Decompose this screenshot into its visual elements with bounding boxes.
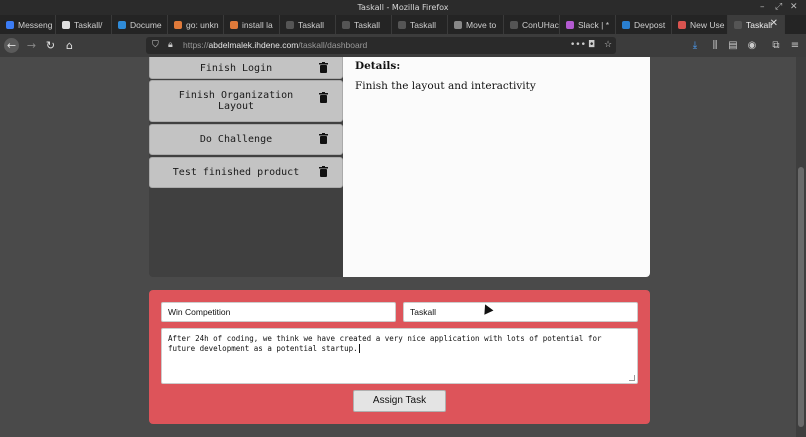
shield-icon[interactable]: ⛉ [152, 37, 159, 54]
browser-tab[interactable]: Messeng [0, 15, 56, 34]
page-content: Finish Login Finish Organization Layout … [0, 57, 796, 437]
sidebar-icon[interactable]: ▤ [726, 38, 740, 53]
close-window-icon[interactable]: ✕ [790, 0, 798, 15]
trash-icon[interactable] [319, 62, 328, 73]
forward-icon[interactable]: → [24, 38, 39, 53]
assign-task-button[interactable]: Assign Task [353, 390, 446, 412]
trash-icon[interactable] [319, 92, 328, 103]
tab-favicon-icon [118, 20, 126, 29]
tab-label: Taskall/ [74, 19, 103, 30]
reload-icon[interactable]: ↻ [43, 38, 58, 53]
tab-label: Taskall [354, 19, 380, 30]
browser-tab[interactable]: ConUHacks [504, 15, 560, 34]
window-title-bar: Taskall - Mozilla Firefox [0, 0, 806, 15]
tab-favicon-icon [6, 20, 14, 29]
url-text[interactable]: https://abdelmalek.ihdene.com/taskall/da… [183, 37, 367, 54]
browser-tab[interactable]: go: unkn [168, 15, 224, 34]
tab-favicon-icon [62, 20, 70, 29]
browser-tab[interactable]: Devpost [616, 15, 672, 34]
browser-tab[interactable]: Taskall [280, 15, 336, 34]
more-actions-icon[interactable]: ••• [570, 37, 586, 54]
task-item[interactable]: Finish Organization Layout [149, 80, 343, 122]
menu-icon[interactable]: ≡ [788, 38, 802, 53]
tab-favicon-icon [678, 20, 686, 29]
tab-label: Messeng [18, 19, 53, 30]
tab-favicon-icon [454, 20, 462, 29]
tab-label: Move to [466, 19, 497, 30]
browser-tab[interactable]: Docume [112, 15, 168, 34]
tab-label: Taskall [746, 19, 772, 30]
details-heading: Details: [355, 60, 401, 72]
task-name-input[interactable]: Win Competition [161, 302, 396, 322]
task-item[interactable]: Do Challenge [149, 124, 343, 155]
tab-label: Docume [130, 19, 162, 30]
task-details-panel: Details: Finish the layout and interacti… [343, 57, 650, 277]
browser-tab[interactable]: install la [224, 15, 280, 34]
extensions-icon[interactable]: ⧉ [769, 38, 783, 53]
back-icon[interactable]: ← [4, 38, 19, 53]
description-text: After 24h of coding, we think we have cr… [168, 334, 602, 353]
tab-label: ConUHacks [522, 19, 559, 30]
dashboard-panel: Finish Login Finish Organization Layout … [149, 57, 650, 277]
tab-label: Taskall [410, 19, 436, 30]
lock-icon: 🔒︎ [168, 40, 173, 50]
navigation-bar: ← → ↻ ⌂ ⛉ 🔒︎ https://abdelmalek.ihdene.c… [0, 34, 806, 57]
tab-label: New Use [690, 19, 725, 30]
task-label: Finish Organization Layout [178, 90, 294, 112]
browser-tab[interactable]: Taskall [336, 15, 392, 34]
window-title: Taskall - Mozilla Firefox [357, 3, 449, 12]
details-text: Finish the layout and interactivity [355, 80, 536, 92]
tab-label: Slack | * [578, 19, 610, 30]
task-label: Test finished product [172, 167, 300, 178]
tab-label: Taskall [298, 19, 324, 30]
task-label: Do Challenge [199, 134, 273, 145]
scrollbar-thumb[interactable] [798, 167, 804, 427]
trash-icon[interactable] [319, 166, 328, 177]
downloads-icon[interactable]: ⤓ [688, 38, 702, 53]
page-scrollbar[interactable] [796, 57, 806, 437]
text-caret [358, 343, 360, 353]
tab-favicon-icon [230, 20, 238, 29]
tab-favicon-icon [622, 20, 630, 29]
browser-tab[interactable]: Slack | * [560, 15, 616, 34]
task-item[interactable]: Finish Login [149, 57, 343, 79]
tab-favicon-icon [566, 20, 574, 29]
account-icon[interactable]: ◉ [745, 38, 759, 53]
library-icon[interactable]: ⫼ [708, 38, 722, 53]
minimize-icon[interactable]: – [760, 0, 765, 15]
maximize-icon[interactable]: ⤢ [775, 0, 782, 15]
browser-tab[interactable]: Taskall [392, 15, 448, 34]
pocket-icon[interactable]: ◘ [588, 37, 595, 54]
bookmark-star-icon[interactable]: ☆ [604, 37, 612, 54]
tab-strip: Messeng Taskall/Docume go: unkn install la T… [0, 15, 806, 34]
tab-favicon-icon [398, 20, 406, 29]
browser-tab[interactable]: Taskall ✕ [728, 15, 785, 34]
tab-favicon-icon [342, 20, 350, 29]
close-tab-icon[interactable]: ✕ [770, 18, 778, 29]
tab-label: Devpost [634, 19, 666, 30]
resize-handle[interactable] [629, 375, 635, 381]
home-icon[interactable]: ⌂ [62, 38, 77, 53]
tab-favicon-icon [174, 20, 182, 29]
description-textarea[interactable]: After 24h of coding, we think we have cr… [161, 328, 638, 384]
task-label: Finish Login [199, 62, 273, 74]
project-input[interactable]: Taskall [403, 302, 638, 322]
tab-favicon-icon [286, 20, 294, 29]
tab-label: go: unkn [186, 19, 219, 30]
task-item[interactable]: Test finished product [149, 157, 343, 188]
browser-tab[interactable]: Move to [448, 15, 504, 34]
assign-task-form: Win Competition Taskall After 24h of cod… [149, 290, 650, 424]
tab-label: install la [242, 19, 273, 30]
tab-favicon-icon [734, 20, 742, 29]
url-bar[interactable]: ⛉ 🔒︎ https://abdelmalek.ihdene.com/taska… [146, 37, 616, 54]
trash-icon[interactable] [319, 133, 328, 144]
tab-favicon-icon [510, 20, 518, 29]
browser-tab[interactable]: New Use [672, 15, 728, 34]
browser-tab[interactable]: Taskall/ [56, 15, 112, 34]
